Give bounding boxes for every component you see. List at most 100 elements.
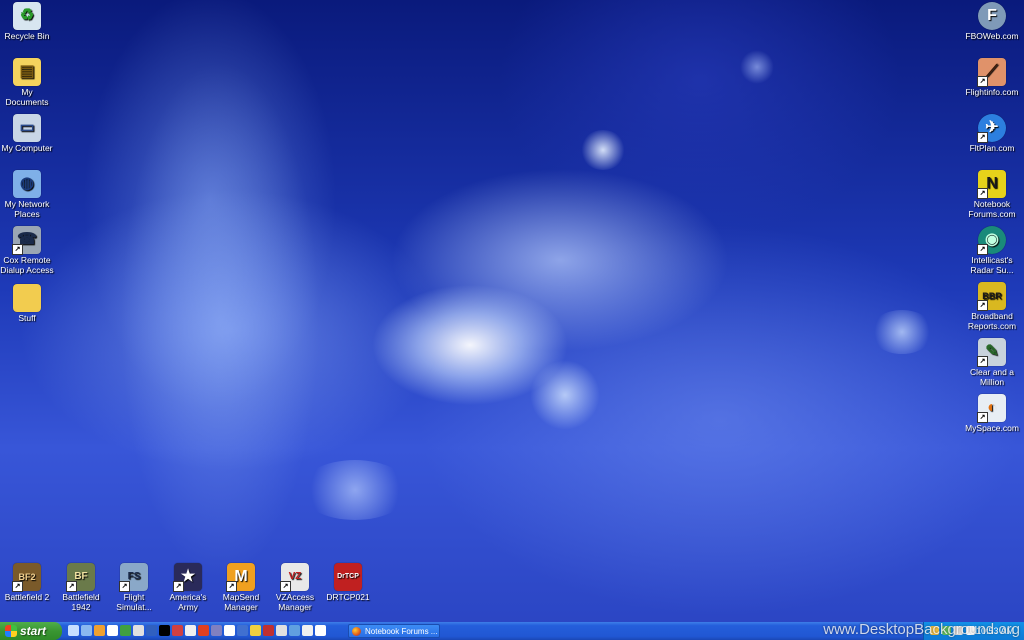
shortcut-arrow-icon: ↗ <box>66 581 77 592</box>
desktop-icon-flightinfo[interactable]: ⟋ ↗ Flightinfo.com <box>965 58 1019 98</box>
shortcut-arrow-icon: ↗ <box>977 76 988 87</box>
shortcut-arrow-icon: ↗ <box>173 581 184 592</box>
americas-army-icon: ★ ↗ <box>173 563 202 592</box>
desktop-icon-label: Flightinfo.com <box>965 87 1019 97</box>
quick-launch-icon[interactable] <box>68 625 79 636</box>
mapsend-icon: M ↗ <box>226 563 255 592</box>
computer-icon: ▭ <box>13 114 41 142</box>
desktop-icon-label: My Computer <box>1 143 53 153</box>
desktop-icon-label: Stuff <box>18 313 36 323</box>
shortcut-arrow-icon: ↗ <box>12 581 23 592</box>
quick-launch-icon[interactable] <box>185 625 196 636</box>
desktop-icon-label: Notebook Forums.com <box>968 199 1016 219</box>
quick-launch-icon[interactable] <box>146 625 157 636</box>
desktop-icon-recycle-bin[interactable]: ♻ Recycle Bin <box>0 2 54 42</box>
clear-million-icon: ✎ ↗ <box>977 338 1006 367</box>
desktop-icon-mapsend-manager[interactable]: M ↗ MapSend Manager <box>214 563 268 612</box>
desktop-icon-label: VZAccess Manager <box>275 592 315 612</box>
start-button[interactable]: start <box>0 622 62 640</box>
quick-launch-icon[interactable] <box>289 625 300 636</box>
desktop-icon-my-documents[interactable]: ▤ My Documents <box>0 58 54 107</box>
desktop-icon-label: MapSend Manager <box>222 592 260 612</box>
shortcut-arrow-icon: ↗ <box>977 132 988 143</box>
desktop-icon-label: America's Army <box>169 592 207 612</box>
quick-launch-icon[interactable] <box>172 625 183 636</box>
water-splash <box>120 60 320 580</box>
windows-logo-icon <box>5 625 17 637</box>
water-droplet <box>530 360 600 430</box>
desktop-icon-drtcp[interactable]: DrTCP DRTCP021 <box>321 563 375 603</box>
dialup-icon: ☎ ↗ <box>12 226 41 255</box>
desktop-icon-fltplan[interactable]: ✈ ↗ FltPlan.com <box>965 114 1019 154</box>
desktop-icon-intellicast-radar[interactable]: ◉ ↗ Intellicast's Radar Su... <box>965 226 1019 275</box>
water-droplet <box>580 130 626 170</box>
desktop-wallpaper <box>0 0 1024 640</box>
taskbar-button-notebook-forums[interactable]: Notebook Forums ... <box>348 624 440 638</box>
quick-launch-icon[interactable] <box>263 625 274 636</box>
quick-launch-icon[interactable] <box>133 625 144 636</box>
folder-icon <box>13 284 41 312</box>
desktop-icon-notebook-forums[interactable]: N ↗ Notebook Forums.com <box>965 170 1019 219</box>
desktop-icon-label: Flight Simulat... <box>116 592 152 612</box>
water-droplet <box>870 310 934 354</box>
desktop-icon-fboweb[interactable]: F FBOWeb.com <box>965 2 1019 42</box>
quick-launch-icon[interactable] <box>276 625 287 636</box>
battlefield2-icon: BF2 ↗ <box>12 563 41 592</box>
desktop-icon-battlefield-1942[interactable]: BF ↗ Battlefield 1942 <box>54 563 108 612</box>
quick-launch-icon[interactable] <box>81 625 92 636</box>
desktop-icon-label: FltPlan.com <box>969 143 1015 153</box>
quick-launch-icon[interactable] <box>250 625 261 636</box>
desktop-icon-battlefield-2[interactable]: BF2 ↗ Battlefield 2 <box>0 563 54 603</box>
desktop-icon-label: Broadband Reports.com <box>967 311 1017 331</box>
desktop-icon-label: Clear and a Million <box>970 367 1014 387</box>
desktop-icon-flight-simulator[interactable]: FS ↗ Flight Simulat... <box>107 563 161 612</box>
desktop-icon-clear-and-a-million[interactable]: ✎ ↗ Clear and a Million <box>965 338 1019 387</box>
desktop-icon-label: MySpace.com <box>965 423 1019 433</box>
desktop-icon-label: Cox Remote Dialup Access <box>0 255 54 275</box>
quick-launch-icon[interactable] <box>302 625 313 636</box>
shortcut-arrow-icon: ↗ <box>977 412 988 423</box>
desktop-icon-americas-army[interactable]: ★ ↗ America's Army <box>161 563 215 612</box>
shortcut-arrow-icon: ↗ <box>977 188 988 199</box>
quick-launch-icon[interactable] <box>211 625 222 636</box>
desktop-icon-cox-remote-dialup[interactable]: ☎ ↗ Cox Remote Dialup Access <box>0 226 54 275</box>
shortcut-arrow-icon: ↗ <box>12 244 23 255</box>
shortcut-arrow-icon: ↗ <box>977 244 988 255</box>
quick-launch-icon[interactable] <box>237 625 248 636</box>
quick-launch-icon[interactable] <box>94 625 105 636</box>
firefox-icon <box>352 627 361 636</box>
broadband-reports-icon: BBR ↗ <box>977 282 1006 311</box>
desktop-icon-broadband-reports[interactable]: BBR ↗ Broadband Reports.com <box>965 282 1019 331</box>
desktop-icon-my-computer[interactable]: ▭ My Computer <box>0 114 54 154</box>
shortcut-arrow-icon: ↗ <box>977 300 988 311</box>
drtcp-icon: DrTCP <box>334 563 362 591</box>
desktop-icon-label: My Documents <box>5 87 49 107</box>
shortcut-arrow-icon: ↗ <box>977 356 988 367</box>
desktop-icon-label: DRTCP021 <box>326 592 370 602</box>
shortcut-arrow-icon: ↗ <box>280 581 291 592</box>
fboweb-icon: F <box>978 2 1006 30</box>
desktop-icon-label: Intellicast's Radar Su... <box>970 255 1014 275</box>
quick-launch-icon[interactable] <box>159 625 170 636</box>
desktop-icon-stuff[interactable]: Stuff <box>0 284 54 324</box>
battlefield1942-icon: BF ↗ <box>66 563 95 592</box>
myspace-icon: ◐ ↗ <box>977 394 1006 423</box>
quick-launch-icon[interactable] <box>120 625 131 636</box>
water-droplet <box>740 50 774 84</box>
quick-launch-icon[interactable] <box>198 625 209 636</box>
water-droplet <box>300 460 410 520</box>
desktop-icon-my-network-places[interactable]: ◍ My Network Places <box>0 170 54 219</box>
flightinfo-icon: ⟋ ↗ <box>977 58 1006 87</box>
quick-launch-icon[interactable] <box>315 625 326 636</box>
folder-documents-icon: ▤ <box>13 58 41 86</box>
quick-launch-bar <box>68 624 326 638</box>
desktop-icon-label: Battlefield 2 <box>4 592 50 602</box>
quick-launch-icon[interactable] <box>107 625 118 636</box>
recycle-bin-icon: ♻ <box>13 2 41 30</box>
notebook-forums-icon: N ↗ <box>977 170 1006 199</box>
desktop-icon-vzaccess-manager[interactable]: VZ ↗ VZAccess Manager <box>268 563 322 612</box>
desktop-icon-myspace[interactable]: ◐ ↗ MySpace.com <box>965 394 1019 434</box>
shortcut-arrow-icon: ↗ <box>226 581 237 592</box>
network-icon: ◍ <box>13 170 41 198</box>
quick-launch-icon[interactable] <box>224 625 235 636</box>
